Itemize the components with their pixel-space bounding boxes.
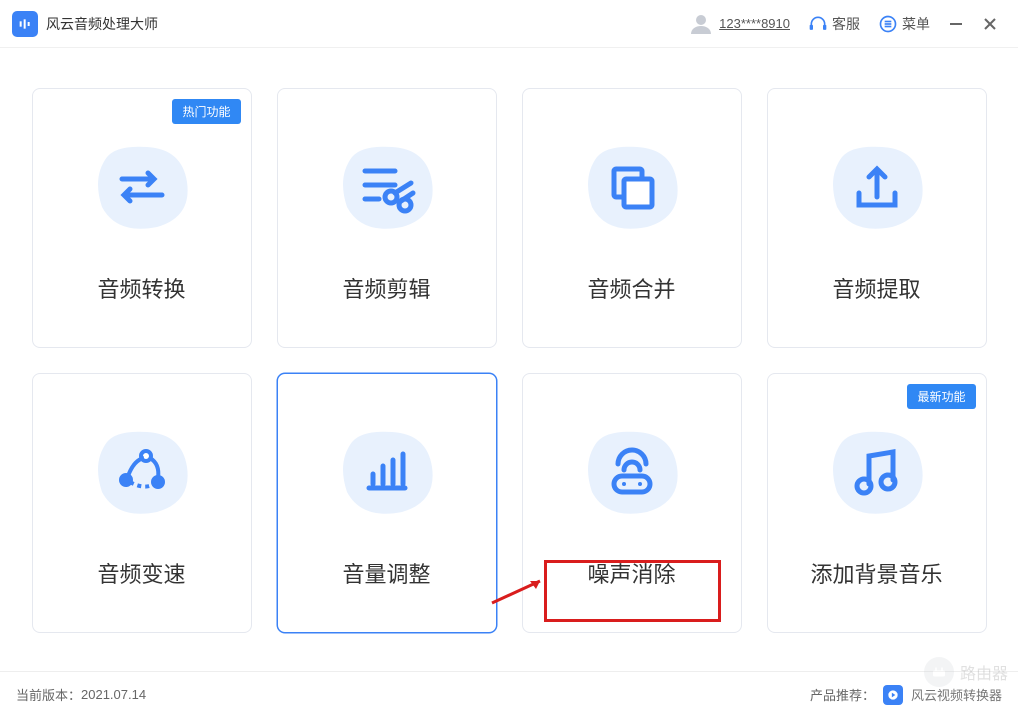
card-audio-extract[interactable]: 音频提取	[767, 88, 987, 348]
close-button[interactable]	[982, 16, 998, 32]
card-label: 音频合并	[587, 272, 675, 304]
menu-button[interactable]: 菜单	[878, 14, 930, 34]
card-audio-merge[interactable]: 音频合并	[522, 88, 742, 348]
bgm-icon	[845, 440, 909, 504]
card-audio-trim[interactable]: 音频剪辑	[277, 88, 497, 348]
card-label: 音量调整	[342, 557, 430, 589]
card-volume-adjust[interactable]: 音量调整	[277, 373, 497, 633]
app-title: 风云音频处理大师	[46, 14, 158, 34]
version-label: 当前版本：	[16, 685, 81, 704]
minimize-button[interactable]	[948, 16, 964, 32]
support-label: 客服	[832, 14, 860, 34]
convert-icon	[110, 155, 174, 219]
support-button[interactable]: 客服	[808, 14, 860, 34]
card-label: 音频剪辑	[342, 272, 430, 304]
user-id: 123****8910	[719, 16, 790, 31]
card-label: 音频变速	[97, 557, 185, 589]
recommend-app-name[interactable]: 风云视频转换器	[911, 685, 1002, 704]
card-noise-removal[interactable]: 噪声消除	[522, 373, 742, 633]
app-logo-icon	[12, 11, 38, 37]
menu-icon	[878, 14, 898, 34]
footer: 当前版本： 2021.07.14 产品推荐： 风云视频转换器	[0, 671, 1018, 717]
speed-icon	[110, 440, 174, 504]
card-label: 音频转换	[97, 272, 185, 304]
card-label: 音频提取	[832, 272, 920, 304]
version-value: 2021.07.14	[81, 687, 146, 702]
volume-icon	[355, 440, 419, 504]
card-audio-speed[interactable]: 音频变速	[32, 373, 252, 633]
recommend-app-icon	[883, 685, 903, 705]
user-block[interactable]: 123****8910	[689, 12, 790, 36]
menu-label: 菜单	[902, 14, 930, 34]
card-add-bgm[interactable]: 最新功能 添加背景音乐	[767, 373, 987, 633]
trim-icon	[355, 155, 419, 219]
titlebar: 风云音频处理大师 123****8910 客服 菜单	[0, 0, 1018, 48]
badge-new: 最新功能	[907, 384, 975, 409]
denoise-icon	[600, 440, 664, 504]
feature-grid: 热门功能 音频转换 音频剪辑 音频合并 音频提取 音频变速	[0, 48, 1018, 633]
card-label: 添加背景音乐	[810, 557, 942, 589]
headset-icon	[808, 14, 828, 34]
avatar-icon	[689, 12, 713, 36]
recommend-label: 产品推荐：	[810, 685, 875, 704]
extract-icon	[845, 155, 909, 219]
card-audio-convert[interactable]: 热门功能 音频转换	[32, 88, 252, 348]
card-label: 噪声消除	[587, 557, 675, 589]
badge-hot: 热门功能	[172, 99, 240, 124]
merge-icon	[600, 155, 664, 219]
